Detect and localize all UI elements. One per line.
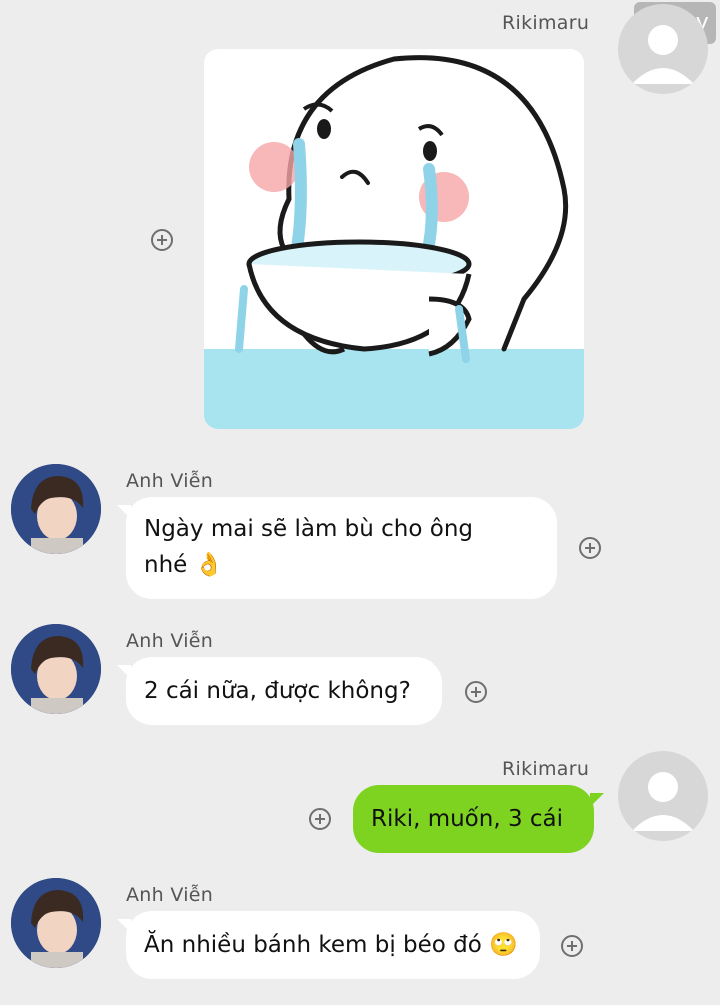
sticker-image[interactable]: [204, 49, 584, 429]
avatar-rikimaru[interactable]: [618, 751, 708, 841]
add-icon[interactable]: [151, 229, 173, 251]
message-bubble[interactable]: Ăn nhiều bánh kem bị béo đó 🙄: [117, 911, 540, 979]
add-icon[interactable]: [561, 935, 583, 957]
avatar-anh-vien[interactable]: [11, 624, 101, 714]
message-bubble[interactable]: Ngày mai sẽ làm bù cho ông nhé 👌: [117, 497, 557, 599]
sender-name: Anh Viễn: [126, 630, 214, 652]
eye-roll-emoji: 🙄: [489, 932, 518, 958]
message-text-line: Ngày mai sẽ làm bù cho ông: [144, 516, 474, 542]
sender-name: Rikimaru: [502, 758, 590, 780]
add-icon[interactable]: [309, 808, 331, 830]
user-silhouette-icon: [632, 25, 694, 84]
message-text: Riki, muốn, 3 cái: [371, 806, 564, 832]
message-text: 2 cái nữa, được không?: [144, 678, 411, 704]
add-icon[interactable]: [579, 537, 601, 559]
message-bubble[interactable]: Riki, muốn, 3 cái: [353, 785, 604, 853]
sender-name: Anh Viễn: [126, 470, 214, 492]
sender-name: Anh Viễn: [126, 884, 214, 906]
message-bubble[interactable]: 2 cái nữa, được không?: [117, 657, 442, 725]
avatar-rikimaru[interactable]: [618, 4, 708, 94]
avatar-anh-vien[interactable]: [11, 464, 101, 554]
user-silhouette-icon: [632, 772, 694, 831]
crying-bowl-sticker: [204, 55, 584, 429]
message-text-line: nhé 👌: [144, 552, 224, 578]
sender-name: Rikimaru: [502, 12, 590, 34]
avatar-anh-vien[interactable]: [11, 878, 101, 968]
profile-photo: [11, 464, 101, 554]
add-icon[interactable]: [465, 681, 487, 703]
profile-photo: [11, 878, 101, 968]
ok-hand-emoji: 👌: [194, 552, 224, 578]
message-text: Ăn nhiều bánh kem bị béo đó 🙄: [144, 932, 518, 958]
profile-photo: [11, 624, 101, 714]
